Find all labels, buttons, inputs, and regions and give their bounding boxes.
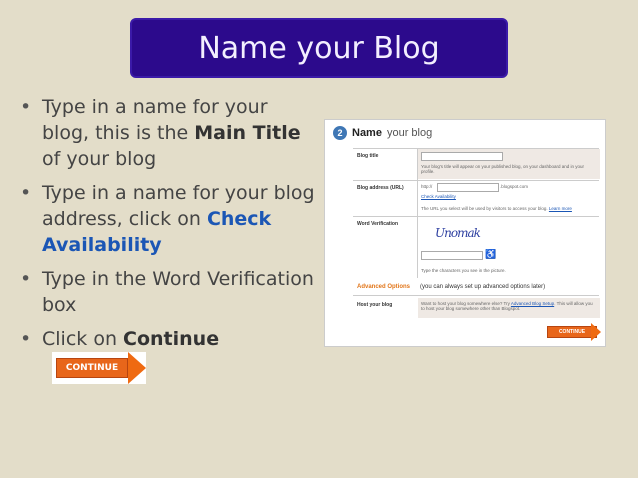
slide: Name your Blog Type in a name for your b… [0, 0, 638, 478]
step-number-badge: 2 [333, 126, 347, 140]
divider [353, 216, 599, 217]
bullet-1-text-end: of your blog [42, 148, 157, 170]
bullet-2: Type in a name for your blog address, cl… [20, 180, 320, 258]
address-label: Blog address (URL) [357, 185, 404, 191]
advanced-options-note: (you can always set up advanced options … [420, 284, 546, 290]
panel-heading-bold: Name [352, 127, 382, 139]
arrow-right-icon [128, 352, 146, 384]
address-help-text: The URL you select will be used by visit… [421, 206, 548, 211]
captcha-image: Unomak [435, 226, 481, 240]
blog-title-help: Your blog's title will appear on your pu… [421, 164, 585, 174]
bullet-4-text: Click on [42, 328, 124, 350]
blog-title-label: Blog title [357, 153, 379, 159]
word-verification-input[interactable] [421, 251, 483, 260]
slide-title-box: Name your Blog [130, 18, 508, 78]
instruction-list: Type in a name for your blog, this is th… [20, 94, 320, 392]
bullet-1-bold: Main Title [194, 122, 301, 144]
divider [353, 180, 599, 181]
divider [353, 295, 599, 296]
slide-title: Name your Blog [198, 30, 440, 66]
bullet-3-text: Type in the Word Verification box [42, 268, 314, 316]
panel-continue-button[interactable]: CONTINUE [547, 326, 597, 338]
accessibility-icon[interactable]: ♿ [485, 249, 496, 260]
continue-button-label: CONTINUE [56, 358, 128, 378]
captcha-help: Type the characters you see in the pictu… [421, 268, 506, 273]
bullet-3: Type in the Word Verification box [20, 266, 320, 318]
learn-more-link[interactable]: Learn more [549, 206, 572, 211]
host-blog-box: Want to host your blog somewhere else? T… [418, 298, 600, 318]
panel-heading-rest: your blog [386, 127, 433, 139]
word-verification-label: Word Verification [357, 221, 399, 227]
host-blog-text: Want to host your blog somewhere else? T… [421, 301, 597, 311]
bullet-1: Type in a name for your blog, this is th… [20, 94, 320, 172]
address-help: The URL you select will be used by visit… [421, 206, 572, 211]
bullet-4: Click on Continue CONTINUE [20, 326, 320, 384]
bullet-4-bold: Continue [123, 328, 220, 350]
address-suffix: .blogspot.com [500, 184, 529, 189]
check-availability-link[interactable]: Check Availability [421, 194, 456, 199]
address-prefix: http:// [421, 184, 433, 189]
advanced-options-label: Advanced Options [357, 284, 411, 290]
blog-title-input[interactable] [421, 152, 503, 161]
bullet-2-text: Type in a name for your blog address, cl… [42, 182, 315, 230]
host-blog-label: Host your blog [357, 302, 393, 308]
address-input[interactable] [437, 183, 499, 192]
panel-header: 2 Name your blog [333, 126, 432, 140]
arrow-right-icon [591, 323, 601, 341]
blogger-form-screenshot: 2 Name your blog Blog title Your blog's … [324, 119, 606, 347]
continue-button-image: CONTINUE [52, 352, 146, 384]
